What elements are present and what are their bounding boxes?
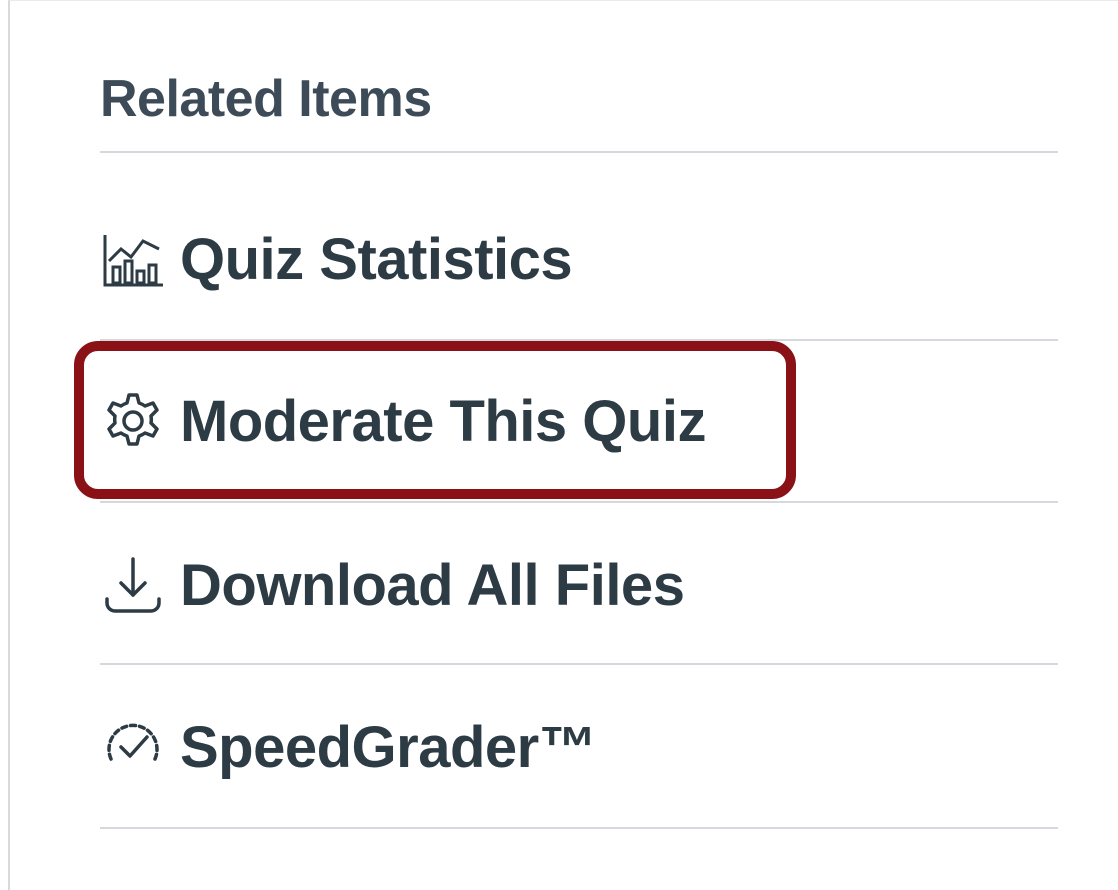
divider xyxy=(100,827,1058,829)
moderate-this-quiz-link[interactable]: Moderate This Quiz xyxy=(100,381,706,461)
stats-chart-icon xyxy=(100,226,166,292)
download-all-files-link[interactable]: Download All Files xyxy=(100,545,685,625)
related-items-heading: Related Items xyxy=(100,70,432,128)
speedgrader-icon xyxy=(100,714,166,780)
speedgrader-label: SpeedGrader™ xyxy=(180,714,597,780)
download-icon xyxy=(100,552,166,618)
moderate-this-quiz-label: Moderate This Quiz xyxy=(180,388,706,454)
quiz-statistics-link[interactable]: Quiz Statistics xyxy=(100,219,573,299)
download-all-files-label: Download All Files xyxy=(180,552,685,618)
divider xyxy=(100,339,1058,341)
divider xyxy=(100,151,1058,153)
gear-icon xyxy=(100,388,166,454)
divider xyxy=(100,663,1058,665)
speedgrader-link[interactable]: SpeedGrader™ xyxy=(100,707,597,787)
divider xyxy=(100,501,1058,503)
quiz-statistics-label: Quiz Statistics xyxy=(180,226,573,292)
related-items-panel: Related Items Quiz Statistics Moderate T… xyxy=(8,0,1118,890)
